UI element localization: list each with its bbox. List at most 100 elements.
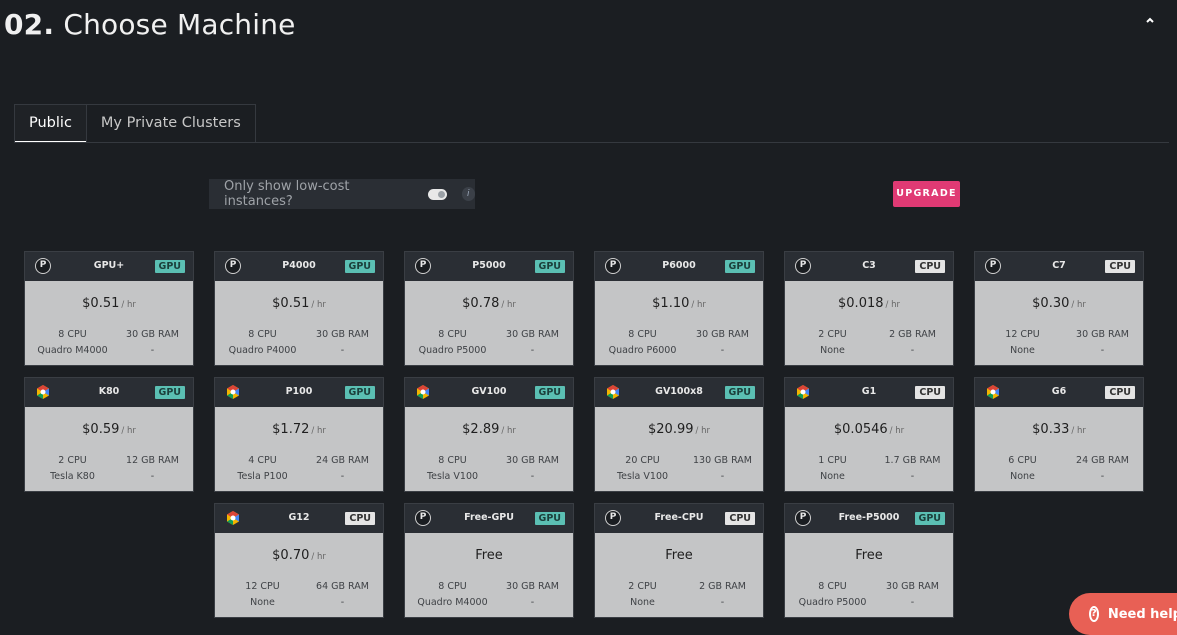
machine-cpu: 1 CPU [818, 455, 847, 466]
machine-extra: - [910, 597, 915, 608]
machine-gpu: None [630, 597, 655, 608]
need-help-label: Need help? [1107, 606, 1177, 622]
low-cost-filter: Only show low-cost instances? i [209, 179, 475, 209]
machine-card-g12[interactable]: G12 CPU $0.70/ hr 12 CPU 64 GB RAM None … [214, 503, 384, 618]
tab-public[interactable]: Public [15, 105, 86, 143]
machine-card-header: P P5000 GPU [405, 252, 573, 281]
machine-ram: 2 GB RAM [889, 329, 936, 340]
machine-type-badge: GPU [344, 386, 375, 399]
machine-gpu: Quadro M4000 [37, 345, 108, 356]
question-icon: ? [1089, 606, 1099, 622]
machine-ram: 24 GB RAM [1076, 455, 1129, 466]
machine-card-c3[interactable]: P C3 CPU $0.018/ hr 2 CPU 2 GB RAM None … [784, 251, 954, 366]
machine-gpu: None [1010, 345, 1035, 356]
machine-card-header: P GPU+ GPU [25, 252, 193, 281]
machine-price: $0.51/ hr [215, 296, 383, 311]
machine-gpu: None [820, 345, 845, 356]
machine-price: $20.99/ hr [595, 422, 763, 437]
upgrade-button[interactable]: UPGRADE [893, 181, 960, 207]
machine-card-header: G6 CPU [975, 378, 1143, 407]
machine-card-g1[interactable]: G1 CPU $0.0546/ hr 1 CPU 1.7 GB RAM None… [784, 377, 954, 492]
machine-ram: 30 GB RAM [316, 329, 369, 340]
machine-ram: 30 GB RAM [506, 455, 559, 466]
need-help-button[interactable]: ? Need help? [1069, 593, 1177, 635]
machine-price: $1.10/ hr [595, 296, 763, 311]
machine-extra: - [910, 471, 915, 482]
price-value: $0.59 [82, 422, 120, 437]
machine-gpu: Tesla V100 [426, 471, 479, 482]
machine-extra: - [530, 471, 535, 482]
machine-extra: - [340, 597, 345, 608]
section-number: 02. [4, 8, 55, 41]
tab-bar: Public My Private Clusters [14, 104, 256, 143]
page-title: 02. Choose Machine [4, 8, 296, 41]
machine-cpu: 8 CPU [438, 329, 467, 340]
machine-price: $2.89/ hr [405, 422, 573, 437]
machine-price: $0.0546/ hr [785, 422, 953, 437]
machine-gpu: Quadro P5000 [418, 345, 487, 356]
price-unit: / hr [311, 426, 326, 436]
machine-ram: 130 GB RAM [693, 455, 752, 466]
machine-card-p5000[interactable]: P P5000 GPU $0.78/ hr 8 CPU 30 GB RAM Qu… [404, 251, 574, 366]
machine-gpu: Quadro P4000 [228, 345, 297, 356]
machine-ram: 30 GB RAM [126, 329, 179, 340]
machine-extra: - [720, 597, 725, 608]
machine-type-badge: GPU [154, 386, 185, 399]
machine-card-gpu+[interactable]: P GPU+ GPU $0.51/ hr 8 CPU 30 GB RAM Qua… [24, 251, 194, 366]
machine-cpu: 12 CPU [245, 581, 280, 592]
machine-price: $0.33/ hr [975, 422, 1143, 437]
price-value: Free [665, 548, 693, 563]
machine-ram: 64 GB RAM [316, 581, 369, 592]
price-unit: / hr [121, 426, 136, 436]
machine-card-g6[interactable]: G6 CPU $0.33/ hr 6 CPU 24 GB RAM None - [974, 377, 1144, 492]
machine-gpu: Tesla V100 [616, 471, 669, 482]
machine-extra: - [1100, 345, 1105, 356]
machine-cpu: 2 CPU [58, 455, 87, 466]
machine-type-badge: CPU [915, 386, 945, 399]
low-cost-toggle[interactable] [427, 188, 447, 200]
machine-card-free-gpu[interactable]: P Free-GPU GPU Free 8 CPU 30 GB RAM Quad… [404, 503, 574, 618]
machine-price: $1.72/ hr [215, 422, 383, 437]
price-value: $0.30 [1032, 296, 1070, 311]
price-value: $0.78 [462, 296, 500, 311]
machine-card-p6000[interactable]: P P6000 GPU $1.10/ hr 8 CPU 30 GB RAM Qu… [594, 251, 764, 366]
machine-cpu: 8 CPU [58, 329, 87, 340]
chevron-up-icon[interactable] [1142, 14, 1158, 30]
machine-card-free-cpu[interactable]: P Free-CPU CPU Free 2 CPU 2 GB RAM None … [594, 503, 764, 618]
machine-card-p4000[interactable]: P P4000 GPU $0.51/ hr 8 CPU 30 GB RAM Qu… [214, 251, 384, 366]
machine-gpu: Tesla P100 [237, 471, 288, 482]
machine-price: Free [405, 548, 573, 563]
machine-card-gv100[interactable]: GV100 GPU $2.89/ hr 8 CPU 30 GB RAM Tesl… [404, 377, 574, 492]
machine-gpu: Quadro M4000 [417, 597, 488, 608]
machine-extra: - [910, 345, 915, 356]
machine-card-c7[interactable]: P C7 CPU $0.30/ hr 12 CPU 30 GB RAM None… [974, 251, 1144, 366]
machine-card-header: P100 GPU [215, 378, 383, 407]
machine-extra: - [530, 597, 535, 608]
machine-cpu: 20 CPU [625, 455, 660, 466]
machine-card-gv100x8[interactable]: GV100x8 GPU $20.99/ hr 20 CPU 130 GB RAM… [594, 377, 764, 492]
machine-gpu: Tesla K80 [50, 471, 95, 482]
machine-type-badge: CPU [1105, 260, 1135, 273]
machine-ram: 30 GB RAM [696, 329, 749, 340]
machine-gpu: None [1010, 471, 1035, 482]
machine-gpu: Quadro P5000 [798, 597, 867, 608]
machine-card-k80[interactable]: K80 GPU $0.59/ hr 2 CPU 12 GB RAM Tesla … [24, 377, 194, 492]
machine-card-free-p5000[interactable]: P Free-P5000 GPU Free 8 CPU 30 GB RAM Qu… [784, 503, 954, 618]
machine-extra: - [720, 345, 725, 356]
machine-price: $0.018/ hr [785, 296, 953, 311]
info-icon[interactable]: i [461, 187, 475, 201]
machine-type-badge: GPU [534, 512, 565, 525]
machine-card-p100[interactable]: P100 GPU $1.72/ hr 4 CPU 24 GB RAM Tesla… [214, 377, 384, 492]
machine-type-badge: GPU [914, 512, 945, 525]
machine-type-badge: CPU [345, 512, 375, 525]
price-value: Free [475, 548, 503, 563]
machine-price: Free [595, 548, 763, 563]
machine-price: $0.51/ hr [25, 296, 193, 311]
machine-extra: - [150, 345, 155, 356]
price-unit: / hr [311, 300, 326, 310]
machine-card-header: P C3 CPU [785, 252, 953, 281]
price-unit: / hr [695, 426, 710, 436]
tab-private-clusters[interactable]: My Private Clusters [85, 105, 255, 143]
machine-card-header: K80 GPU [25, 378, 193, 407]
machine-type-badge: GPU [344, 260, 375, 273]
